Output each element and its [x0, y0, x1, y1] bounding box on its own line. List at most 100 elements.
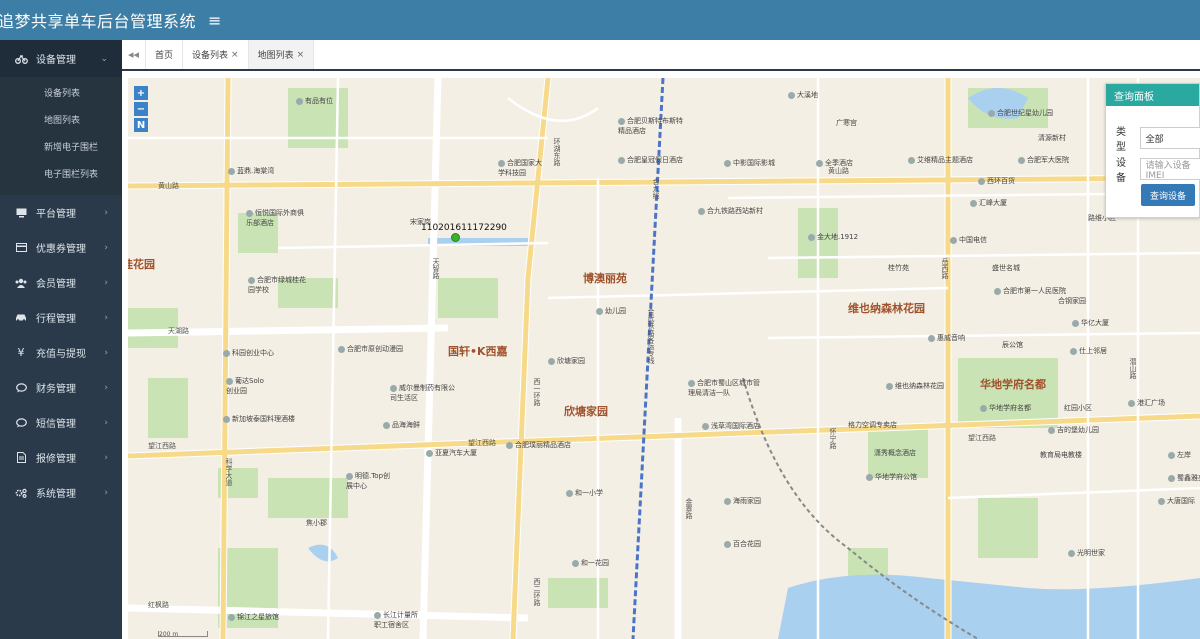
poi-label: 大溪地 — [788, 90, 818, 100]
road-label: 西一环路 — [533, 378, 541, 406]
chevron-down-icon: ⌄ — [100, 53, 108, 64]
poi-label: 合肥贝斯特布斯特精品酒店 — [618, 117, 683, 135]
menu-toggle-icon[interactable]: ≡ — [208, 11, 221, 30]
area-label: 国轩•K西嘉 — [448, 345, 508, 358]
poi-label: 有品有位 — [296, 96, 333, 106]
poi-label: 蜀鑫雅苑 — [1168, 473, 1200, 483]
tab-label: 地图列表 — [257, 51, 294, 61]
poi-label: 亚夏汽车大厦 — [426, 448, 477, 458]
road-label: 望江西路 — [968, 434, 996, 442]
close-icon[interactable]: × — [231, 50, 239, 60]
device-marker-icon[interactable] — [451, 233, 460, 242]
menu-finance-management[interactable]: 财务管理 › — [0, 370, 122, 405]
poi-label: 华地学府名都 — [980, 403, 1031, 413]
poi-label: 合肥市蜀山区城市管理局清洁一队 — [688, 379, 760, 397]
users-icon — [12, 278, 30, 288]
type-select[interactable]: 全部 — [1139, 127, 1200, 149]
poi-label: 金大地.1912 — [808, 232, 858, 242]
poi-label: 红园小区 — [1064, 404, 1092, 412]
poi-label: 长江计量所职工宿舍区 — [374, 611, 418, 629]
poi-label: 艾维精品主题酒店 — [908, 155, 973, 165]
tab-bar: ◂◂ 首页 设备列表 × 地图列表 × — [122, 40, 1200, 71]
poi-label: 明德.Top创展中心 — [346, 472, 391, 490]
map-view[interactable]: 博澳丽苑 国轩•K西嘉 欣塘家园 维也纳森林花园 华地学府名都 桂花园 黄山路 … — [128, 78, 1200, 639]
query-device-button[interactable]: 查询设备 — [1141, 184, 1195, 206]
menu-label: 充值与提现 — [36, 349, 86, 360]
poi-label: 品海海鲜 — [383, 420, 420, 430]
chevron-right-icon: › — [104, 452, 108, 463]
area-label: 华地学府名都 — [980, 378, 1046, 391]
poi-label: 合肥市绿城桂花园学校 — [248, 276, 306, 294]
menu-trip-management[interactable]: 行程管理 › — [0, 300, 122, 335]
menu-device-management[interactable]: 设备管理 ⌄ — [0, 40, 122, 77]
area-label: 博澳丽苑 — [583, 272, 627, 285]
menu-label: 短信管理 — [36, 419, 76, 430]
app-title: 追梦共享单车后台管理系统 — [0, 12, 197, 31]
poi-label: 潇秀概念酒店 — [874, 449, 916, 457]
car-icon — [12, 313, 30, 322]
road-label: 合九线 — [652, 178, 660, 199]
comment-icon — [12, 382, 30, 393]
chevron-right-icon: › — [104, 417, 108, 428]
chevron-right-icon: › — [104, 242, 108, 253]
submenu-item-device-list[interactable]: 设备列表 — [0, 79, 122, 106]
menu-repair-management[interactable]: 报修管理 › — [0, 440, 122, 475]
top-header: 追梦共享单车后台管理系统 ≡ — [0, 0, 1200, 40]
menu-label: 报修管理 — [36, 454, 76, 465]
poi-label: 百合花园 — [724, 539, 761, 549]
poi-label: 浅草湾国际酒店 — [702, 421, 760, 431]
menu-recharge-withdraw[interactable]: ¥ 充值与提现 › — [0, 335, 122, 370]
poi-label: 华地学府公馆 — [866, 472, 917, 482]
submenu-item-new-fence[interactable]: 新增电子围栏 — [0, 133, 122, 160]
poi-label: 合肥市原创动漫园 — [338, 344, 403, 354]
device-imei-input[interactable]: 请输入设备IMEI — [1139, 158, 1200, 181]
road-label: 望江西路 — [148, 442, 176, 450]
poi-label: 和一小学 — [566, 488, 603, 498]
poi-label: 合肥世纪星幼儿园 — [988, 108, 1053, 118]
device-id-label: 110201611172290 — [421, 223, 507, 233]
zoom-out-button[interactable]: − — [134, 102, 148, 116]
document-icon — [12, 452, 30, 463]
tab-device-list[interactable]: 设备列表 × — [183, 40, 249, 69]
menu-system-management[interactable]: 系统管理 › — [0, 475, 122, 510]
road-label: 岳西路 — [941, 258, 949, 279]
bikes-icon — [12, 54, 30, 64]
type-label: 类型 — [1116, 127, 1126, 153]
road-label: 红枫路 — [148, 601, 169, 609]
chevron-right-icon: › — [104, 382, 108, 393]
poi-label: 吉的堡幼儿园 — [1048, 425, 1099, 435]
chevron-right-icon: › — [104, 207, 108, 218]
road-label: 潜山路 — [1129, 358, 1137, 379]
poi-label: 西环百货 — [978, 176, 1015, 186]
poi-label: 维也纳森林花园 — [886, 381, 944, 391]
road-label: 环湖东路 — [553, 138, 561, 166]
card-icon — [12, 243, 30, 252]
menu-coupon-management[interactable]: 优惠券管理 › — [0, 230, 122, 265]
menu-label: 系统管理 — [36, 489, 76, 500]
tab-scroll-left-icon[interactable]: ◂◂ — [122, 40, 146, 69]
north-button[interactable]: N — [134, 118, 148, 132]
submenu-item-map-list[interactable]: 地图列表 — [0, 106, 122, 133]
poi-label: 港汇广场 — [1128, 398, 1165, 408]
tab-home[interactable]: 首页 — [146, 40, 184, 69]
poi-label: 汇峰大厦 — [970, 198, 1007, 208]
menu-sms-management[interactable]: 短信管理 › — [0, 405, 122, 440]
tab-map-list[interactable]: 地图列表 × — [248, 40, 315, 69]
menu-platform-management[interactable]: 平台管理 › — [0, 195, 122, 230]
zoom-in-button[interactable]: + — [134, 86, 148, 100]
poi-label: 焦小郡 — [306, 519, 327, 527]
poi-label: 桂竹苑 — [888, 264, 909, 272]
poi-label: 合肥国家大学科技园 — [498, 159, 542, 177]
poi-label: 左岸 — [1168, 450, 1191, 460]
chevron-right-icon: › — [104, 487, 108, 498]
area-label: 维也纳森林花园 — [848, 302, 925, 315]
chevron-right-icon: › — [104, 347, 108, 358]
road-label: 合武铁路客运专线 — [647, 308, 655, 364]
chevron-right-icon: › — [104, 312, 108, 323]
menu-member-management[interactable]: 会员管理 › — [0, 265, 122, 300]
submenu-item-fence-list[interactable]: 电子围栏列表 — [0, 160, 122, 187]
poi-label: 广寒宫 — [836, 119, 857, 127]
area-label: 桂花园 — [128, 258, 155, 271]
poi-label: 惠威音响 — [928, 333, 965, 343]
close-icon[interactable]: × — [297, 50, 305, 60]
